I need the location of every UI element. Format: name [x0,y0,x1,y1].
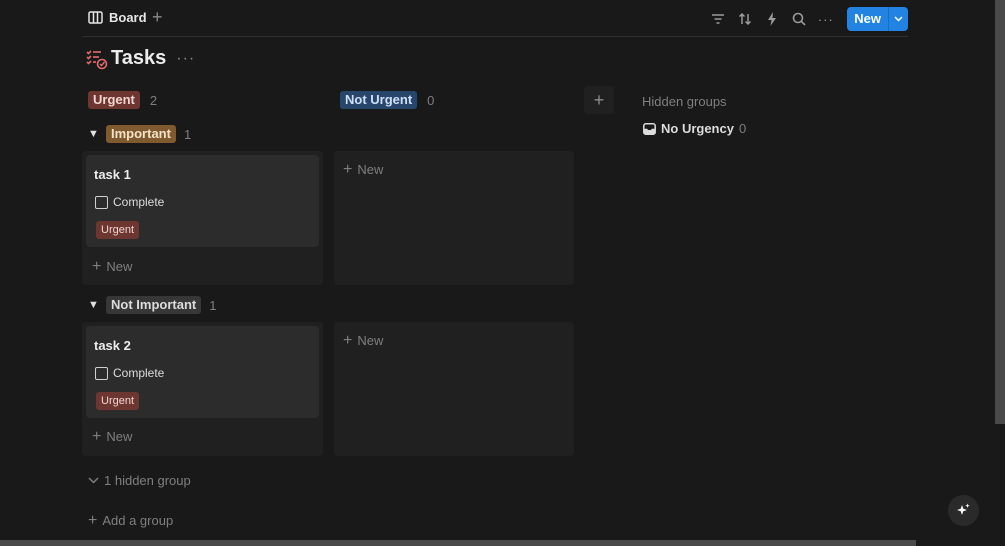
collapse-triangle-icon[interactable]: ▼ [88,299,99,311]
complete-checkbox[interactable]: Complete [95,195,164,209]
task-card[interactable]: task 2 Complete Urgent [86,326,319,418]
filter-icon[interactable] [704,7,731,31]
more-icon[interactable]: ··· [812,7,839,31]
collapse-triangle-icon[interactable]: ▼ [88,128,99,140]
horizontal-scrollbar[interactable] [0,540,916,546]
hidden-group-toggle[interactable]: 1 hidden group [88,473,191,488]
column-count-urgent: 2 [149,92,158,108]
add-column-button[interactable]: + [584,86,614,114]
plus-icon: + [343,331,353,349]
inbox-icon [643,122,656,135]
column-header-not-urgent[interactable]: Not Urgent 0 [340,91,434,109]
card-title: task 2 [94,338,131,353]
toolbar: ··· New [704,7,908,31]
tab-board-label: Board [109,10,147,25]
checkbox-label: Complete [113,366,165,380]
sort-icon[interactable] [731,7,758,31]
task-card[interactable]: task 1 Complete Urgent [86,155,319,247]
chevron-down-icon[interactable] [888,7,908,31]
group-header-not-important[interactable]: ▼ Not Important 1 [88,296,216,314]
column-count-not-urgent: 0 [427,92,435,108]
page-title[interactable]: Tasks [111,47,166,70]
lightning-icon[interactable] [758,7,785,31]
checkbox-icon[interactable] [95,195,108,209]
plus-icon: + [88,511,98,529]
hidden-group-label: No Urgency [661,121,734,136]
card-urgency-tag: Urgent [96,392,140,410]
add-view-button[interactable]: + [152,7,163,27]
hidden-group-toggle-label: 1 hidden group [104,473,191,488]
new-card-button[interactable]: + New [343,160,384,178]
search-icon[interactable] [785,7,812,31]
new-card-label: New [357,162,384,177]
new-button-label: New [854,11,881,26]
task-list-icon [86,49,108,69]
sparkle-icon [957,503,970,515]
hidden-groups-title: Hidden groups [642,94,727,109]
checkbox-label: Complete [113,195,165,209]
column-header-urgent[interactable]: Urgent 2 [88,91,157,109]
title-more-button[interactable]: ··· [176,50,195,68]
new-card-button[interactable]: + New [92,257,133,275]
add-group-label: Add a group [102,513,174,528]
plus-icon: + [343,160,353,178]
plus-icon: + [92,257,102,275]
new-card-button[interactable]: + New [92,427,133,445]
page-header: Tasks ··· [86,47,195,70]
complete-checkbox[interactable]: Complete [95,366,164,380]
group-tag-not-important: Not Important [106,296,202,314]
hidden-group-no-urgency[interactable]: No Urgency 0 [643,121,746,136]
add-group-button[interactable]: + Add a group [88,511,174,529]
new-card-button[interactable]: + New [343,331,384,349]
column-tag-not-urgent: Not Urgent [340,91,418,109]
new-button[interactable]: New [847,7,908,31]
group-count-important: 1 [183,126,192,142]
ai-sparkle-button[interactable] [948,495,979,526]
group-header-important[interactable]: ▼ Important 1 [88,125,191,143]
chevron-down-icon [88,477,99,484]
tab-board[interactable]: Board [88,10,147,25]
new-card-label: New [106,429,133,444]
vertical-scrollbar[interactable] [995,0,1005,424]
card-title: task 1 [94,167,131,182]
checkbox-icon[interactable] [95,366,108,380]
card-urgency-tag: Urgent [96,221,140,239]
view-bar: Board + ··· New [82,0,908,37]
hidden-group-count: 0 [738,121,747,136]
group-tag-important: Important [106,125,176,143]
plus-icon: + [92,427,102,445]
board-icon [88,11,103,24]
new-card-label: New [106,259,133,274]
group-count-not-important: 1 [209,297,217,313]
column-tag-urgent: Urgent [88,91,140,109]
new-card-label: New [357,333,384,348]
